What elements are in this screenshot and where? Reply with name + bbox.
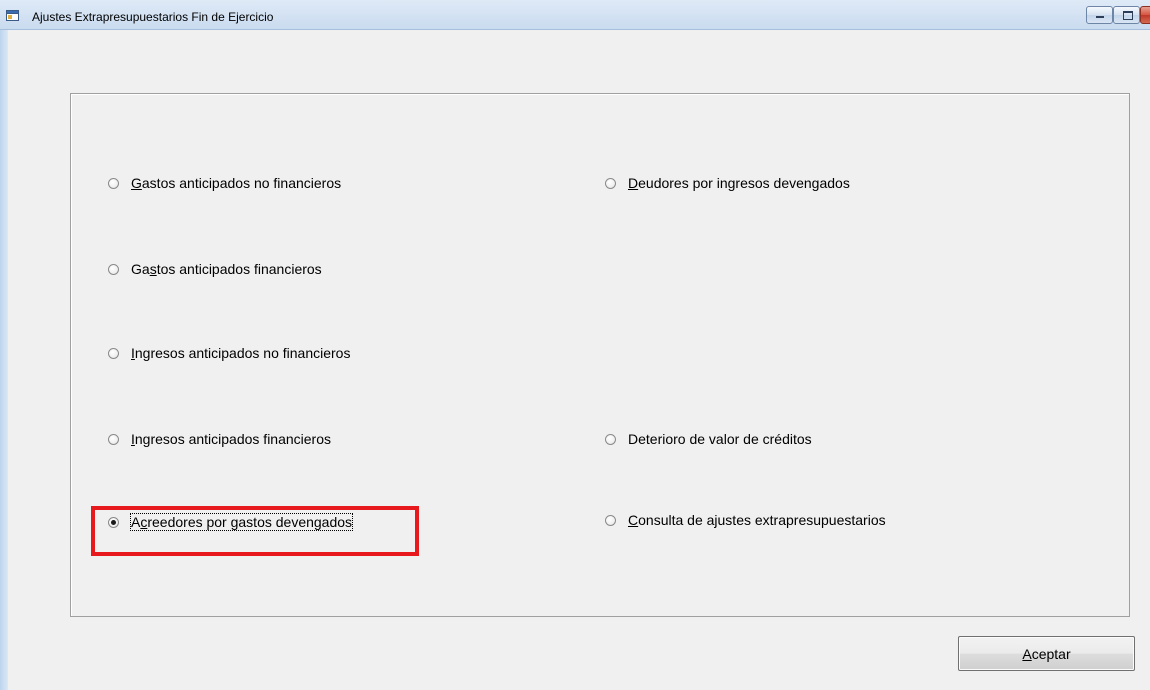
radio-deterioro-de-valor-de-creditos[interactable]: Deterioro de valor de créditos — [605, 431, 812, 447]
radio-consulta-de-ajustes-extrapresupuestarios[interactable]: Consulta de ajustes extrapresupuestarios — [605, 512, 886, 528]
radio-button-icon[interactable] — [605, 433, 616, 445]
radio-label[interactable]: Gastos anticipados no financieros — [131, 175, 341, 191]
radio-acreedores-por-gastos-devengados[interactable]: Acreedores por gastos devengados — [108, 513, 354, 531]
window-border — [0, 30, 8, 690]
radio-gastos-anticipados-financieros[interactable]: Gastos anticipados financieros — [108, 261, 322, 277]
radio-ingresos-anticipados-financieros[interactable]: Ingresos anticipados financieros — [108, 431, 331, 447]
radio-label[interactable]: Consulta de ajustes extrapresupuestarios — [628, 512, 886, 528]
radio-label[interactable]: Ingresos anticipados no financieros — [131, 345, 350, 361]
radio-button-icon[interactable] — [108, 177, 119, 189]
window-title: Ajustes Extrapresupuestarios Fin de Ejer… — [32, 10, 274, 24]
radio-button-icon[interactable] — [108, 433, 119, 445]
radio-button-icon[interactable] — [108, 263, 119, 275]
radio-label[interactable]: Acreedores por gastos devengados — [129, 513, 354, 531]
radio-label[interactable]: Gastos anticipados financieros — [131, 261, 322, 277]
radio-label[interactable]: Deterioro de valor de créditos — [628, 431, 812, 447]
radio-button-icon[interactable] — [605, 177, 616, 189]
close-button[interactable] — [1140, 6, 1150, 24]
radio-label[interactable]: Deudores por ingresos devengados — [628, 175, 850, 191]
minimize-icon — [1096, 16, 1104, 18]
radio-deudores-por-ingresos-devengados[interactable]: Deudores por ingresos devengados — [605, 175, 850, 191]
main-window: Ajustes Extrapresupuestarios Fin de Ejer… — [0, 0, 1150, 690]
radio-label[interactable]: Ingresos anticipados financieros — [131, 431, 331, 447]
app-window-icon — [6, 10, 19, 21]
radio-button-icon[interactable] — [108, 347, 119, 359]
maximize-button[interactable] — [1113, 6, 1140, 24]
minimize-button[interactable] — [1086, 6, 1113, 24]
radio-button-icon[interactable] — [108, 516, 119, 528]
aceptar-button[interactable]: Aceptar — [958, 636, 1135, 671]
radio-button-icon[interactable] — [605, 514, 616, 526]
radio-ingresos-anticipados-no-financieros[interactable]: Ingresos anticipados no financieros — [108, 345, 350, 361]
maximize-icon — [1123, 11, 1133, 20]
radio-gastos-anticipados-no-financieros[interactable]: Gastos anticipados no financieros — [108, 175, 341, 191]
title-bar[interactable]: Ajustes Extrapresupuestarios Fin de Ejer… — [0, 0, 1150, 30]
